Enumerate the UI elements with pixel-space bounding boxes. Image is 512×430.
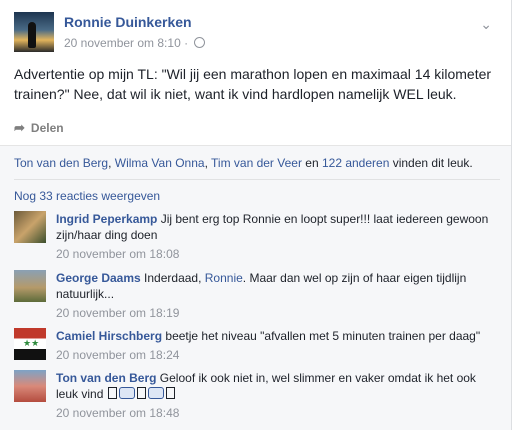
more-comments-link[interactable]: Nog 33 reacties weergeven <box>14 189 160 203</box>
post-text: Advertentie op mijn TL: "Wil jij een mar… <box>14 66 492 102</box>
likes-others-link[interactable]: 122 anderen <box>322 156 389 170</box>
missing-glyph-icon <box>107 387 117 399</box>
missing-glyph-icon <box>165 387 175 399</box>
comment-timestamp[interactable]: 20 november om 18:19 <box>56 305 500 321</box>
commenter-avatar[interactable] <box>14 211 46 243</box>
comments-section: Ton van den Berg, Wilma Van Onna, Tim va… <box>0 146 511 430</box>
share-label: Delen <box>30 121 64 135</box>
comment-timestamp[interactable]: 20 november om 18:48 <box>56 405 500 421</box>
comment-text-start: Inderdaad, <box>144 271 205 285</box>
likes-summary: Ton van den Berg, Wilma Van Onna, Tim va… <box>14 156 473 170</box>
commenter-name[interactable]: Ingrid Peperkamp <box>56 212 157 226</box>
post-timestamp[interactable]: 20 november om 8:10 <box>64 36 181 50</box>
like-name-2[interactable]: Wilma Van Onna <box>115 156 205 170</box>
thumbs-up-icon <box>147 387 164 399</box>
commenter-name[interactable]: Ton van den Berg <box>56 371 156 385</box>
meta-separator: · <box>184 36 189 50</box>
divider <box>14 179 500 180</box>
author-avatar[interactable] <box>14 12 54 52</box>
chevron-down-icon[interactable]: ⌄ <box>480 16 492 33</box>
star-icon: ★★ <box>23 338 40 348</box>
like-name-1[interactable]: Ton van den Berg <box>14 156 108 170</box>
commenter-avatar[interactable] <box>14 370 46 402</box>
comment-text: beetje het niveau "afvallen met 5 minute… <box>165 329 481 343</box>
share-button[interactable]: ➦ Delen <box>14 120 64 140</box>
post-meta: 20 november om 8:10 · <box>64 36 206 50</box>
globe-icon[interactable] <box>194 37 206 48</box>
comment-timestamp[interactable]: 20 november om 18:24 <box>56 347 500 363</box>
post-card: Ronnie Duinkerken 20 november om 8:10 · … <box>0 0 512 430</box>
missing-glyph-icon <box>136 387 146 399</box>
share-icon: ➦ <box>14 120 25 135</box>
commenter-avatar[interactable]: ★★ <box>14 328 46 360</box>
post-header: Ronnie Duinkerken 20 november om 8:10 · … <box>14 12 494 56</box>
thumbs-up-icon <box>118 387 135 399</box>
commenter-name[interactable]: Camiel Hirschberg <box>56 329 162 343</box>
comment-timestamp[interactable]: 20 november om 18:08 <box>56 246 500 262</box>
commenter-name[interactable]: George Daams <box>56 271 141 285</box>
author-name[interactable]: Ronnie Duinkerken <box>64 14 192 30</box>
mention-link[interactable]: Ronnie <box>205 271 243 285</box>
runner-silhouette <box>28 22 36 48</box>
commenter-avatar[interactable] <box>14 270 46 302</box>
like-name-3[interactable]: Tim van der Veer <box>211 156 302 170</box>
